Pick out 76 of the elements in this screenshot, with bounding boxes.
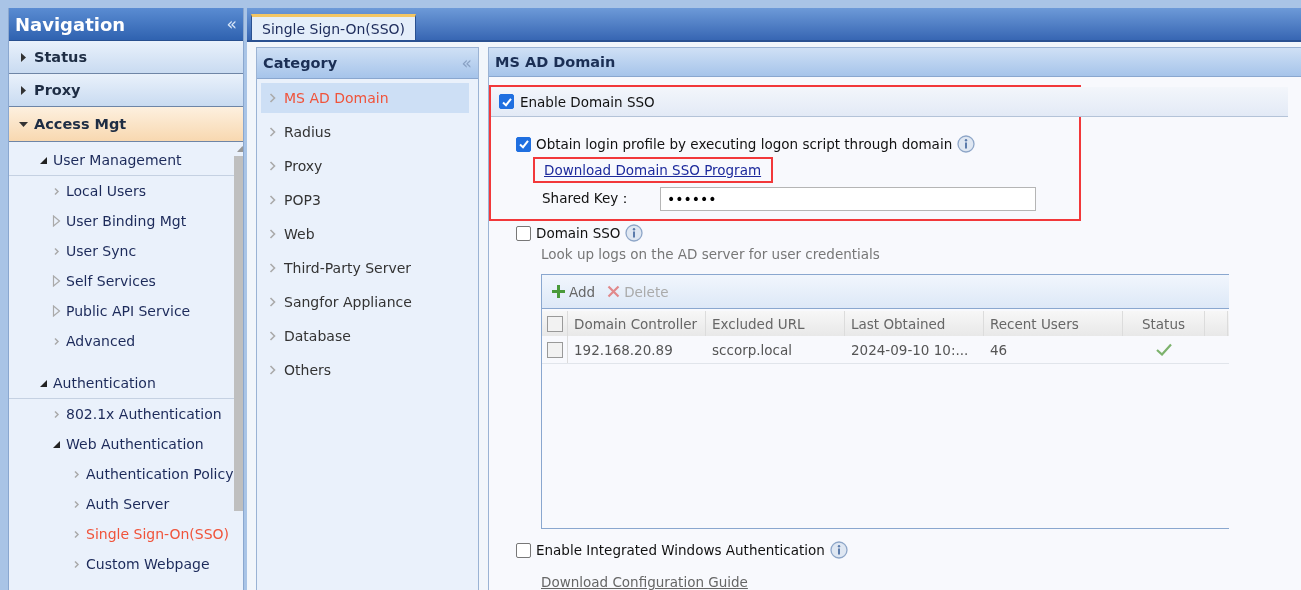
checkbox[interactable]	[546, 341, 563, 358]
checkbox-label: Domain SSO	[536, 225, 621, 241]
chevron-right-icon	[269, 229, 276, 239]
toolbar-button[interactable]: Add	[552, 283, 596, 300]
tree-item[interactable]: Authentication Policy	[86, 466, 234, 482]
category-item[interactable]: Third-Party Server	[261, 253, 469, 283]
field-label: Shared Key：	[542, 190, 634, 208]
tree-item[interactable]: Auth Server	[86, 496, 170, 512]
collapse-icon[interactable]: «	[226, 14, 237, 34]
checkbox-label: Obtain login profile by executing logon script through domain	[536, 136, 953, 152]
chevron-right-icon	[269, 297, 276, 307]
tree-item[interactable]: Authentication	[53, 375, 156, 391]
checkbox[interactable]	[499, 94, 514, 109]
cross-icon	[607, 285, 621, 298]
chevron-right-icon	[269, 263, 276, 273]
tree-item[interactable]: Self Services	[66, 273, 156, 289]
navigation-title: Navigation	[15, 13, 126, 35]
tree-item[interactable]: User Binding Mgt	[66, 213, 187, 229]
tree-item[interactable]: User Sync	[66, 243, 137, 259]
column-header[interactable]: Excluded URL	[706, 311, 845, 336]
tree-item[interactable]: User Management	[53, 152, 182, 168]
chevron-right-icon	[72, 559, 81, 569]
chevron-right-icon	[269, 161, 276, 171]
category-item[interactable]: Others	[261, 355, 469, 385]
category-item[interactable]: Web	[261, 219, 469, 249]
checkbox[interactable]	[516, 225, 531, 241]
chevron-right-icon	[269, 331, 276, 341]
guide-link[interactable]: Download Configuration Guide	[541, 574, 748, 590]
category-item[interactable]: Database	[261, 321, 469, 351]
checkbox[interactable]	[546, 315, 563, 332]
tree-item[interactable]: Web Authentication	[66, 436, 204, 452]
chevron-right-icon	[52, 186, 61, 196]
navigation-section[interactable]: Status	[9, 41, 243, 74]
tab[interactable]: Single Sign-On(SSO)	[251, 14, 417, 40]
checkbox[interactable]	[516, 136, 531, 152]
table-cell-text: 192.168.20.89	[573, 340, 674, 360]
tree-item[interactable]: Custom Webpage	[86, 556, 210, 572]
chevron-right-icon	[52, 246, 61, 256]
chevron-right-icon	[72, 469, 81, 479]
chevron-right-icon	[72, 529, 81, 539]
download-link[interactable]: Download Domain SSO Program	[544, 162, 762, 178]
navigation-section[interactable]: Proxy	[9, 74, 243, 107]
chevron-right-icon	[269, 195, 276, 205]
category-item[interactable]: POP3	[261, 185, 469, 215]
table-cell-text: 46	[989, 340, 1009, 360]
column-header[interactable]: Recent Users	[984, 311, 1123, 336]
info-icon	[957, 135, 976, 153]
column-header[interactable]: Domain Controller	[568, 311, 706, 336]
panel-title: MS AD Domain	[495, 54, 616, 70]
category-item[interactable]: Radius	[261, 117, 469, 147]
tree-item[interactable]: Local Users	[66, 183, 146, 199]
chevron-right-icon	[269, 127, 276, 137]
tree-item[interactable]: 802.1x Authentication	[66, 406, 222, 422]
checkbox[interactable]	[516, 542, 531, 558]
navigation-section[interactable]: Access Mgt	[9, 107, 243, 142]
chevron-right-icon	[52, 409, 61, 419]
chevron-right-icon	[269, 93, 276, 103]
chevron-right-icon	[72, 499, 81, 509]
column-header[interactable]: Status	[1123, 311, 1205, 336]
category-item[interactable]: Proxy	[261, 151, 469, 181]
info-icon	[625, 224, 644, 242]
tree-item[interactable]: Advanced	[66, 333, 136, 349]
chevron-right-icon	[52, 336, 61, 346]
category-item[interactable]: Sangfor Appliance	[261, 287, 469, 317]
table-cell-text: sccorp.local	[711, 340, 793, 360]
panel-title: Category	[263, 55, 338, 71]
table-cell-text: 2024-09-10 10:...	[850, 340, 970, 360]
checkbox-label: Enable Integrated Windows Authentication	[536, 542, 825, 558]
tree-item[interactable]: Public API Service	[66, 303, 191, 319]
info-icon	[829, 541, 848, 559]
checkbox-label: Enable Domain SSO	[520, 93, 655, 110]
password-field[interactable]: ••••••	[660, 187, 1036, 211]
description-text: Look up logs on the AD server for user credentials	[540, 245, 881, 264]
plus-icon	[552, 285, 565, 298]
column-header[interactable]: Last Obtained	[845, 311, 984, 336]
chevron-right-icon	[269, 365, 276, 375]
